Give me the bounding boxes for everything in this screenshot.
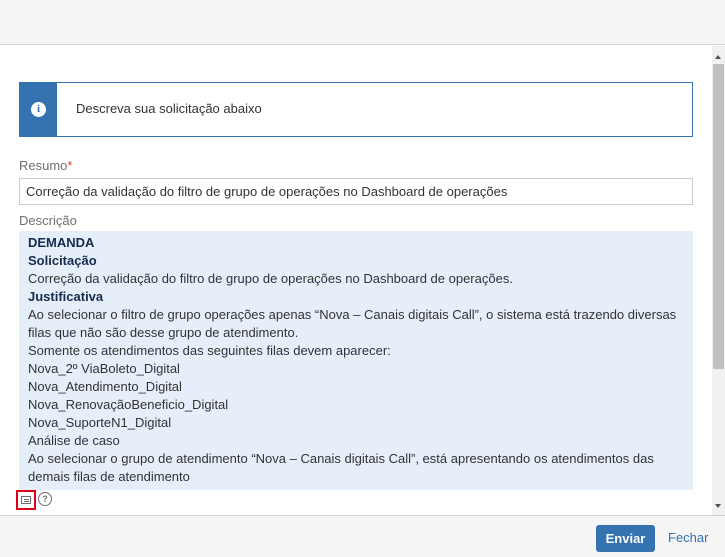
description-line: Ao selecionar o filtro de grupo operaçõe… (28, 307, 677, 340)
info-banner: i Descreva sua solicitação abaixo (19, 82, 693, 137)
description-line: DEMANDA (28, 235, 95, 250)
dialog-header (0, 0, 725, 45)
description-line: Análise de caso (28, 433, 120, 448)
scroll-down-arrow-icon[interactable] (715, 504, 721, 508)
close-link[interactable]: Fechar (668, 530, 708, 545)
description-line: Nova_SuporteN1_Digital (28, 415, 172, 430)
description-line: Solicitação (28, 253, 97, 268)
description-line: Somente os atendimentos das seguintes fi… (28, 343, 391, 358)
description-line: Nova_RenovaçãoBeneficio_Digital (28, 397, 229, 412)
description-line: Nova_Atendimento_Digital (28, 379, 182, 394)
scroll-up-arrow-icon[interactable] (715, 55, 721, 59)
description-line: Nova_2º ViaBoleto_Digital (28, 361, 180, 376)
dialog-content: i Descreva sua solicitação abaixo Resumo… (0, 46, 712, 515)
description-line: Justificativa (28, 289, 104, 304)
scrollbar-thumb[interactable] (713, 64, 724, 369)
summary-label: Resumo* (19, 158, 72, 173)
description-line: Ao selecionar o grupo de atendimento “No… (28, 451, 654, 484)
info-icon: i (31, 102, 46, 117)
text-editor-glyph (21, 496, 31, 504)
vertical-scrollbar[interactable] (712, 46, 725, 515)
send-button[interactable]: Enviar (596, 525, 655, 552)
info-icon-box: i (20, 83, 57, 136)
dialog-footer: Enviar Fechar (0, 515, 725, 557)
text-editor-icon[interactable] (16, 490, 36, 510)
description-editor[interactable]: DEMANDA Solicitação Correção da validaçã… (19, 231, 693, 490)
description-line: Correção da validação do filtro de grupo… (28, 271, 513, 286)
help-icon[interactable]: ? (38, 492, 52, 506)
info-message: Descreva sua solicitação abaixo (76, 101, 262, 116)
summary-label-text: Resumo (19, 158, 68, 173)
required-mark: * (67, 158, 73, 173)
description-label: Descrição (19, 213, 77, 228)
summary-input[interactable] (19, 178, 693, 205)
